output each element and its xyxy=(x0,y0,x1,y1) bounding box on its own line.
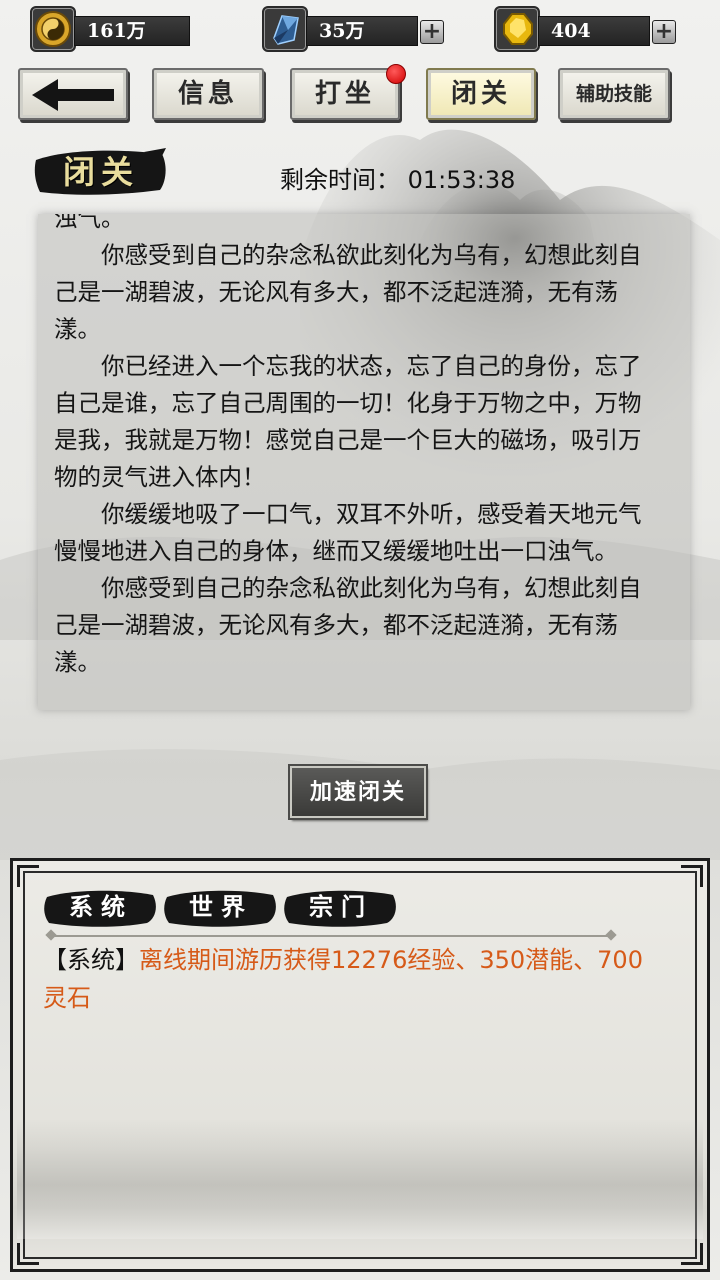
chat-panel: 系统 世界 宗门 【系统】离线期间游历获得12276经验、350潜能、700灵石 xyxy=(10,858,710,1272)
chat-message: 【系统】离线期间游历获得12276经验、350潜能、700灵石 xyxy=(43,941,659,1017)
tab-assist-skill[interactable]: 辅助技能 xyxy=(558,68,670,120)
taiji-coin-icon xyxy=(30,6,76,52)
tab-seclusion[interactable]: 闭关 xyxy=(426,68,536,120)
add-gem-button[interactable]: + xyxy=(652,20,676,44)
tab-meditate-label: 打坐 xyxy=(314,79,375,109)
gold-gem-icon xyxy=(494,6,540,52)
tab-meditate[interactable]: 打坐 xyxy=(290,68,400,120)
remaining-time: 剩余时间： 01:53:38 xyxy=(280,160,515,195)
speed-up-seclusion-button[interactable]: 加速闭关 xyxy=(288,764,428,820)
resource-coins: 161万 xyxy=(30,6,190,52)
chat-tab-world[interactable]: 世界 xyxy=(163,885,279,929)
back-arrow-icon xyxy=(32,79,114,111)
tab-seclusion-label: 闭关 xyxy=(450,79,511,109)
section-title: 闭关 xyxy=(34,146,168,198)
chat-tab-system-label: 系统 xyxy=(69,892,133,921)
story-paragraph: 你感受到自己的杂念私欲此刻化为乌有，幻想此刻自己是一湖碧波，无论风有多大，都不泛… xyxy=(54,574,642,676)
chat-tab-system[interactable]: 系统 xyxy=(43,885,159,929)
notification-dot xyxy=(386,64,406,84)
chat-tab-sect[interactable]: 宗门 xyxy=(283,885,399,929)
chat-divider xyxy=(51,935,611,937)
timer-label: 剩余时间： xyxy=(280,166,400,194)
coins-value: 161万 xyxy=(74,16,190,46)
corner-ornament xyxy=(681,865,703,887)
resource-crystal: 35万 + xyxy=(262,6,448,52)
speed-up-label: 加速闭关 xyxy=(309,779,406,805)
tab-assist-skill-label: 辅助技能 xyxy=(575,83,652,105)
chat-tab-sect-label: 宗门 xyxy=(309,892,373,921)
corner-ornament xyxy=(17,865,39,887)
corner-ornament xyxy=(17,1243,39,1265)
chat-message-tag: 【系统】 xyxy=(43,946,139,974)
timer-value: 01:53:38 xyxy=(407,166,516,194)
add-crystal-button[interactable]: + xyxy=(420,20,444,44)
seclusion-log-panel[interactable]: 浊气。 你感受到自己的杂念私欲此刻化为乌有，幻想此刻自己是一湖碧波，无论风有多大… xyxy=(38,214,690,710)
story-fragment: 浊气。 xyxy=(54,214,125,232)
story-paragraph: 你已经进入一个忘我的状态，忘了自己的身份，忘了自己是谁，忘了自己周围的一切！化身… xyxy=(54,352,642,491)
back-button[interactable] xyxy=(18,68,128,120)
tab-info[interactable]: 信息 xyxy=(152,68,264,120)
corner-ornament xyxy=(681,1243,703,1265)
chat-tab-world-label: 世界 xyxy=(189,892,253,921)
gem-value: 404 xyxy=(538,16,650,46)
section-title-text: 闭关 xyxy=(62,153,139,191)
blue-crystal-icon xyxy=(262,6,308,52)
crystal-value: 35万 xyxy=(306,16,418,46)
story-paragraph: 你缓缓地吸了一口气，双耳不外听，感受着天地元气慢慢地进入自己的身体，继而又缓缓地… xyxy=(54,500,642,565)
mist-decoration xyxy=(17,1119,703,1239)
tab-info-label: 信息 xyxy=(177,79,238,109)
story-paragraph: 你感受到自己的杂念私欲此刻化为乌有，幻想此刻自己是一湖碧波，无论风有多大，都不泛… xyxy=(54,241,642,343)
resource-gem: 404 + xyxy=(494,6,680,52)
